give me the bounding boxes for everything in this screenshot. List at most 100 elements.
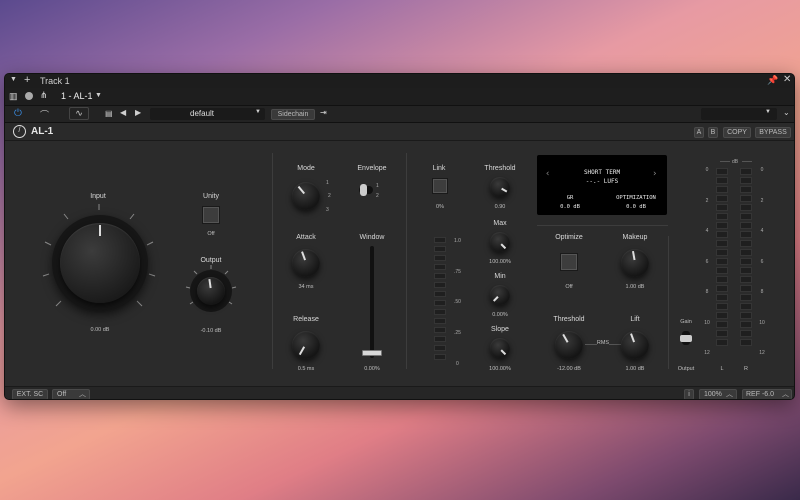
mode-pos-3: 3 xyxy=(326,207,329,213)
meter-scale-right: 0 2 4 6 8 10 12 xyxy=(757,167,767,357)
chevron-down-icon[interactable]: ▼ xyxy=(95,92,102,99)
sidechain-button[interactable]: Sidechain xyxy=(271,109,315,120)
window-fader-thumb[interactable] xyxy=(362,350,382,356)
power-icon[interactable]: ⏻ xyxy=(14,108,22,119)
meter-right-label: R xyxy=(744,366,748,372)
preset-bar: ⏻ ⌒ ∿ ▤ ◀ ▶ default ▼ Sidechain ⇥ ▼ ⌄ xyxy=(5,106,794,123)
bypass-label: BYPASS xyxy=(759,129,787,136)
preset-b-button[interactable]: B xyxy=(708,127,718,138)
meter-segment xyxy=(740,195,752,202)
close-icon[interactable]: ✕ xyxy=(783,74,791,85)
track-select[interactable]: 1 - AL-1 xyxy=(61,91,93,101)
optimization-label: OPTIMIZATION xyxy=(616,195,656,201)
meter-segment xyxy=(740,204,752,211)
collapse-icon[interactable]: ▼ xyxy=(10,76,17,83)
lift-knob[interactable] xyxy=(621,331,649,359)
release-label: Release xyxy=(293,316,319,323)
host-extra-dropdown[interactable]: ▼ xyxy=(701,108,777,120)
meter-scale-tick: 6 xyxy=(760,258,764,265)
output-knob[interactable] xyxy=(197,277,225,305)
bypass-button[interactable]: BYPASS xyxy=(755,127,791,138)
chevron-up-icon: ︿ xyxy=(726,391,733,398)
attack-value: 34 ms xyxy=(298,284,314,290)
link-scale-1: 1.0 xyxy=(454,238,461,244)
meter-segment xyxy=(716,177,728,184)
zoom-dropdown[interactable]: 100% ︿ xyxy=(699,389,737,399)
copy-label: COPY xyxy=(727,129,747,136)
divider xyxy=(668,236,669,369)
slope-label: Slope xyxy=(491,326,509,333)
threshold-knob[interactable] xyxy=(555,331,583,359)
optimize-button[interactable] xyxy=(560,253,578,271)
meter-segment xyxy=(740,303,752,310)
preset-a-button[interactable]: A xyxy=(694,127,704,138)
unity-button[interactable] xyxy=(202,206,220,224)
record-icon[interactable] xyxy=(25,92,33,100)
gain-output-switch[interactable] xyxy=(680,331,692,345)
meter-segment xyxy=(740,339,752,346)
copy-button[interactable]: COPY xyxy=(723,127,751,138)
link-button[interactable] xyxy=(432,178,448,194)
network-icon[interactable]: ⋔ xyxy=(40,90,48,101)
link-threshold-value: 0.90 xyxy=(494,204,506,210)
lift-label: Lift xyxy=(630,316,640,323)
expand-icon[interactable]: ⌄ xyxy=(783,108,790,117)
prev-preset-icon[interactable]: ◀ xyxy=(120,108,126,117)
meter-scale-tick: 10 xyxy=(704,319,710,326)
makeup-label: Makeup xyxy=(622,234,648,241)
slope-knob[interactable] xyxy=(490,338,510,358)
graph-icon[interactable]: ∿ xyxy=(69,107,89,120)
envelope-pos-1: 1 xyxy=(376,183,379,189)
mode-knob[interactable] xyxy=(292,182,320,210)
preset-list-icon[interactable]: ▤ xyxy=(105,109,113,118)
max-knob[interactable] xyxy=(490,232,510,252)
meter-segment xyxy=(716,222,728,229)
release-knob[interactable] xyxy=(292,331,320,359)
preset-dropdown[interactable]: default ▼ xyxy=(150,108,265,120)
info-label: i xyxy=(688,391,690,398)
meter-segment xyxy=(716,213,728,220)
envelope-switch[interactable] xyxy=(359,184,373,196)
meter-segment xyxy=(740,168,752,175)
sidechain-off-dropdown[interactable]: Off ︿ xyxy=(52,389,90,399)
output-switch-label: Output xyxy=(677,366,695,372)
link-value: 0% xyxy=(436,204,444,210)
info-button[interactable]: i xyxy=(684,389,694,399)
optimization-value: 0.0 dB xyxy=(626,204,646,210)
sidechain-input-icon[interactable]: ⇥ xyxy=(320,108,327,117)
ext-sc-label: EXT. SC xyxy=(16,391,44,398)
meter-segment xyxy=(716,339,728,346)
link-scale-25: .25 xyxy=(454,330,461,336)
input-label: Input xyxy=(90,193,106,200)
rms-label: RMS xyxy=(596,340,610,346)
plugin-header: / AL-1 A B COPY BYPASS xyxy=(5,123,794,141)
window-fader-track[interactable] xyxy=(370,246,374,358)
meter-scale-tick: 12 xyxy=(704,350,710,356)
curve-icon[interactable]: ⌒ xyxy=(40,108,49,121)
next-preset-icon[interactable]: ▶ xyxy=(135,108,141,117)
meter-scale-tick: 6 xyxy=(705,258,709,265)
max-value: 100.00% xyxy=(489,259,511,265)
divider xyxy=(272,153,273,369)
ext-sc-button[interactable]: EXT. SC xyxy=(12,389,48,399)
pin-icon[interactable]: 📌 xyxy=(767,75,778,86)
input-knob[interactable] xyxy=(60,223,140,303)
min-knob[interactable] xyxy=(490,285,510,305)
mode-pos-1: 1 xyxy=(326,180,329,186)
meter-scale-tick: 4 xyxy=(760,228,764,234)
makeup-knob[interactable] xyxy=(621,249,649,277)
meter-segment xyxy=(716,312,728,319)
meter-segment xyxy=(740,231,752,238)
max-label: Max xyxy=(493,220,507,227)
meter-left-label: L xyxy=(720,366,724,372)
ref-dropdown[interactable]: REF -6.0 ︿ xyxy=(742,389,792,399)
gr-label: GR xyxy=(566,195,574,201)
optimize-value: Off xyxy=(565,284,573,290)
link-threshold-knob[interactable] xyxy=(490,177,510,197)
routing-icon[interactable]: ▥ xyxy=(9,91,18,102)
attack-knob[interactable] xyxy=(292,249,320,277)
add-track-icon[interactable]: + xyxy=(24,74,30,86)
meter-scale-tick: 8 xyxy=(760,289,764,295)
link-scale-75: .75 xyxy=(454,269,461,275)
meter-segment xyxy=(740,285,752,292)
